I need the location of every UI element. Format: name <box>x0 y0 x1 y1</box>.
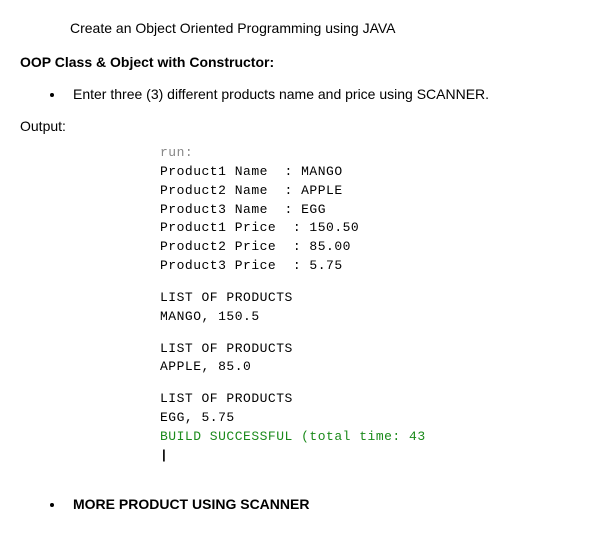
console-line: Product1 Price : 150.50 <box>160 219 580 238</box>
console-product: EGG, 5.75 <box>160 409 580 428</box>
console-list-header: LIST OF PRODUCTS <box>160 289 580 308</box>
console-list-header: LIST OF PRODUCTS <box>160 390 580 409</box>
console-build-msg: BUILD SUCCESSFUL (total time: 43 <box>160 428 580 447</box>
console-output: run: Product1 Name : MANGO Product2 Name… <box>160 144 580 466</box>
page-title: Create an Object Oriented Programming us… <box>70 20 580 36</box>
console-cursor: | <box>160 447 580 466</box>
output-label: Output: <box>20 118 580 134</box>
console-line: Product3 Price : 5.75 <box>160 257 580 276</box>
console-list-header: LIST OF PRODUCTS <box>160 340 580 359</box>
console-run: run: <box>160 144 580 163</box>
section-heading: OOP Class & Object with Constructor: <box>20 54 580 70</box>
more-product-item: MORE PRODUCT USING SCANNER <box>65 496 580 512</box>
console-product: APPLE, 85.0 <box>160 358 580 377</box>
console-line: Product2 Name : APPLE <box>160 182 580 201</box>
console-line: Product1 Name : MANGO <box>160 163 580 182</box>
instruction-list: Enter three (3) different products name … <box>65 86 580 102</box>
console-line: Product3 Name : EGG <box>160 201 580 220</box>
console-line: Product2 Price : 85.00 <box>160 238 580 257</box>
instruction-item: Enter three (3) different products name … <box>65 86 580 102</box>
more-product-list: MORE PRODUCT USING SCANNER <box>65 496 580 512</box>
console-product: MANGO, 150.5 <box>160 308 580 327</box>
